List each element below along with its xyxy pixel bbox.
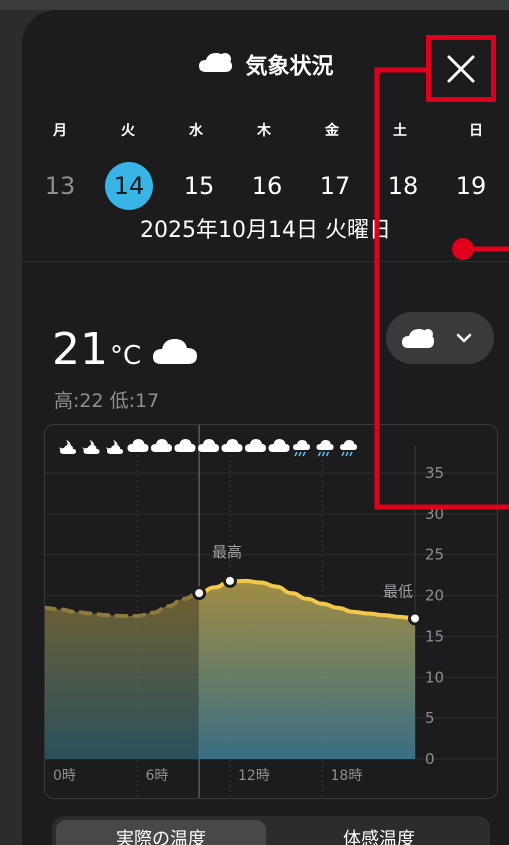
rain-drop xyxy=(325,451,330,457)
cloud-shape xyxy=(221,439,243,452)
rain-drop xyxy=(349,451,353,457)
weekday-label: 土 xyxy=(393,123,407,139)
cloud-icon xyxy=(221,439,243,452)
cloud-shape xyxy=(340,440,357,450)
cloud-shape xyxy=(174,439,196,452)
low-point-marker xyxy=(408,611,422,626)
condition-dropdown[interactable] xyxy=(386,312,494,364)
moon-cloud-icon xyxy=(82,440,100,454)
weekday-label: 月 xyxy=(53,123,67,139)
x-tick-label: 12時 xyxy=(238,768,270,784)
chevron-down-icon xyxy=(456,333,472,343)
rain-drop xyxy=(345,451,349,457)
cloud-shape xyxy=(83,445,100,454)
cloud-shape xyxy=(245,439,266,452)
cloud-shape xyxy=(268,439,290,452)
cloud-icon xyxy=(198,439,219,452)
day-13-button[interactable]: 13 xyxy=(36,162,84,210)
rain-icon xyxy=(340,440,357,457)
rain-drop xyxy=(294,451,298,457)
temperature-value: 21 xyxy=(52,324,108,375)
high-low-temp: 高:22 低:17 xyxy=(54,390,160,412)
y-tick-label: 0 xyxy=(425,750,435,768)
cloud-shape xyxy=(60,445,76,454)
high-point-marker xyxy=(223,573,237,588)
cloud-icon xyxy=(197,50,235,85)
temperature-chart[interactable]: 0 5 10 15 20 25 30 35 0時 6時 12時 18時 最高最低 xyxy=(44,424,498,799)
cloud-icon xyxy=(151,439,172,452)
y-tick-label: 10 xyxy=(425,668,444,686)
cloud-icon xyxy=(174,439,196,452)
rain-drop xyxy=(298,451,302,457)
rain-drop xyxy=(317,451,322,457)
cloud-shape xyxy=(127,439,149,452)
y-tick-label: 20 xyxy=(425,587,444,605)
y-tick-label: 15 xyxy=(425,627,444,645)
weekday-label: 水 xyxy=(189,123,203,139)
cloud-icon xyxy=(127,439,149,452)
cloud-icon xyxy=(245,439,266,452)
x-tick-label: 6時 xyxy=(146,768,169,784)
cloud-icon xyxy=(151,324,199,380)
actual-temperature-tab[interactable]: 実際の温度 xyxy=(56,820,266,845)
chart-svg: 0 5 10 15 20 25 30 35 0時 6時 12時 18時 最高最低 xyxy=(45,425,497,798)
cloud-shape xyxy=(293,440,310,450)
divider xyxy=(22,261,509,262)
weekday-label: 金 xyxy=(325,123,339,139)
x-tick-label: 0時 xyxy=(53,768,76,784)
current-point-marker xyxy=(192,586,207,601)
cloud-icon xyxy=(268,439,290,452)
current-temperature: 21°C xyxy=(52,322,199,378)
sheet-header: 気象状況 xyxy=(22,50,509,84)
moon-cloud-icon xyxy=(59,440,76,454)
close-icon xyxy=(447,55,475,83)
close-button[interactable] xyxy=(437,45,487,95)
selected-date: 2025年10月14日 火曜日 xyxy=(140,218,391,243)
cloud-icon xyxy=(402,329,434,348)
day-17-button[interactable]: 17 xyxy=(311,162,359,210)
weekday-label: 火 xyxy=(121,123,135,139)
day-14-button[interactable]: 14 xyxy=(105,162,153,210)
rain-drop xyxy=(321,451,326,457)
day-18-button[interactable]: 18 xyxy=(379,162,427,210)
rain-icon xyxy=(316,440,334,457)
y-tick-label: 35 xyxy=(425,464,444,482)
cloud-shape xyxy=(151,439,172,452)
moon-cloud-icon xyxy=(106,440,123,454)
y-tick-label: 25 xyxy=(425,546,444,564)
weekday-label: 木 xyxy=(257,123,271,139)
day-16-button[interactable]: 16 xyxy=(243,162,291,210)
page-title: 気象状況 xyxy=(245,54,334,80)
past-area xyxy=(45,593,200,759)
temperature-unit: °C xyxy=(110,341,142,371)
status-frame xyxy=(0,0,509,10)
x-tick-label: 18時 xyxy=(331,768,363,784)
rain-drop xyxy=(302,451,306,457)
feels-like-temperature-tab[interactable]: 体感温度 xyxy=(272,816,486,845)
y-tick-label: 5 xyxy=(425,709,435,727)
high-label: 最高 xyxy=(212,543,242,561)
low-label: 最低 xyxy=(383,582,413,600)
day-15-button[interactable]: 15 xyxy=(175,162,223,210)
cloud-shape xyxy=(316,440,334,450)
temperature-mode-toggle: 実際の温度 体感温度 xyxy=(52,816,490,845)
y-tick-label: 30 xyxy=(425,505,444,523)
forecast-area xyxy=(199,580,415,759)
sun-rain-icon xyxy=(293,440,310,457)
rain-drop xyxy=(341,451,345,457)
cloud-shape xyxy=(107,445,123,454)
day-19-button[interactable]: 19 xyxy=(447,162,495,210)
cloud-shape xyxy=(198,439,219,452)
weekday-label: 日 xyxy=(469,123,483,139)
weather-sheet: 気象状況 月 火 水 木 金 土 日 13 14 15 16 17 18 19 … xyxy=(22,10,509,845)
